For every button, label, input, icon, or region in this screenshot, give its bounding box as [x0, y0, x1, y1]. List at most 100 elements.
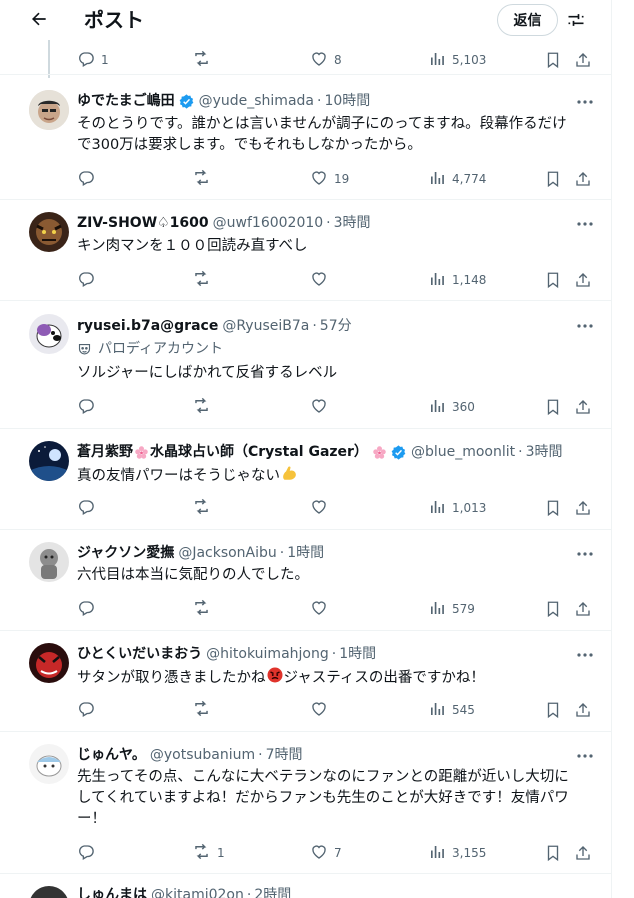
sliders-icon[interactable]	[564, 8, 588, 32]
like-action[interactable]	[310, 698, 328, 722]
like-action[interactable]	[310, 268, 328, 292]
bookmark-icon[interactable]	[544, 268, 562, 292]
share-icon[interactable]	[574, 395, 592, 419]
more-dots-icon[interactable]	[576, 747, 594, 765]
reply-action[interactable]	[77, 698, 95, 722]
retweet-action[interactable]	[192, 496, 211, 520]
retweet-action[interactable]	[192, 698, 211, 722]
display-name-tail[interactable]: 水晶球占い師（Crystal Gazer）	[150, 442, 368, 462]
like-action[interactable]: 19	[310, 167, 349, 191]
tweet[interactable]: ゆでたまご嶋田 @yude_shimada · 10時間 そのとうりです。誰かと…	[0, 75, 611, 200]
avatar[interactable]	[29, 542, 69, 582]
tweet[interactable]: じゅんヤ。 @yotsubanium · 7時間 先生ってその点、こんなに大ベテ…	[0, 732, 611, 874]
bookmark-icon[interactable]	[544, 597, 562, 621]
timestamp[interactable]: 57分	[320, 316, 352, 336]
more-dots-icon[interactable]	[576, 317, 594, 335]
bookmark-icon[interactable]	[544, 496, 562, 520]
handle[interactable]: @hitokuimahjong	[206, 644, 329, 664]
retweet-action[interactable]	[192, 597, 211, 621]
views-action[interactable]: 545	[428, 698, 475, 722]
bookmark-icon[interactable]	[544, 167, 562, 191]
views-action[interactable]: 3,155	[428, 841, 486, 865]
timestamp[interactable]: 7時間	[266, 745, 303, 765]
bookmark-icon[interactable]	[544, 698, 562, 722]
share-icon[interactable]	[574, 698, 592, 722]
avatar[interactable]	[29, 314, 69, 354]
avatar[interactable]	[29, 643, 69, 683]
timestamp[interactable]: 1時間	[287, 543, 324, 563]
display-name[interactable]: ZIV-SHOW♤1600	[77, 213, 209, 233]
tweet[interactable]: 蒼月紫野 水晶球占い師（Crystal Gazer） @blue_moonlit…	[0, 429, 611, 530]
handle[interactable]: @yotsubanium	[150, 745, 255, 765]
handle[interactable]: @RyuseiB7a	[222, 316, 309, 336]
timestamp[interactable]: 10時間	[324, 91, 370, 111]
retweet-action[interactable]	[192, 167, 211, 191]
display-name[interactable]: しゅんまは	[77, 885, 147, 898]
views-action[interactable]: 579	[428, 597, 475, 621]
retweet-action[interactable]	[192, 48, 211, 72]
share-icon[interactable]	[574, 597, 592, 621]
like-action[interactable]: 8	[310, 48, 342, 72]
retweet-action[interactable]: 1	[192, 841, 225, 865]
avatar[interactable]	[29, 744, 69, 784]
bar-chart-icon	[428, 700, 446, 721]
views-action[interactable]: 360	[428, 395, 475, 419]
reply-action[interactable]	[77, 841, 95, 865]
share-icon[interactable]	[574, 496, 592, 520]
more-dots-icon[interactable]	[576, 646, 594, 664]
heart-icon	[310, 599, 328, 620]
retweet-action[interactable]	[192, 268, 211, 292]
display-name[interactable]: 蒼月紫野	[77, 442, 133, 462]
more-dots-icon[interactable]	[576, 215, 594, 233]
bookmark-icon[interactable]	[544, 841, 562, 865]
tweet[interactable]: ZIV-SHOW♤1600 @uwf16002010 · 3時間 キン肉マンを１…	[0, 200, 611, 301]
avatar[interactable]	[29, 212, 69, 252]
tweet[interactable]: ジャクソン愛撫 @JacksonAibu · 1時間 六代目は本当に気配りの人で…	[0, 530, 611, 631]
tweet[interactable]: しゅんまは @kitami02on · 2時間	[0, 874, 611, 898]
reply-action[interactable]	[77, 268, 95, 292]
avatar[interactable]	[29, 441, 69, 481]
reply-action[interactable]	[77, 597, 95, 621]
like-action[interactable]	[310, 597, 328, 621]
share-icon[interactable]	[574, 268, 592, 292]
like-action[interactable]	[310, 395, 328, 419]
handle[interactable]: @uwf16002010	[213, 213, 324, 233]
reply-action[interactable]	[77, 496, 95, 520]
more-dots-icon[interactable]	[576, 93, 594, 111]
display-name[interactable]: ひとくいだいまおう	[77, 644, 202, 664]
reply-button[interactable]: 返信	[497, 4, 558, 36]
display-name[interactable]: ジャクソン愛撫	[77, 543, 174, 563]
like-action[interactable]: 7	[310, 841, 342, 865]
timestamp[interactable]: 3時間	[526, 442, 563, 462]
more-dots-icon[interactable]	[576, 545, 594, 563]
views-action[interactable]: 5,103	[428, 48, 486, 72]
share-icon[interactable]	[574, 48, 592, 72]
handle[interactable]: @kitami02on	[151, 885, 244, 898]
bookmark-icon[interactable]	[544, 395, 562, 419]
reply-action[interactable]	[77, 395, 95, 419]
display-name[interactable]: ryusei.b7a@grace	[77, 316, 218, 336]
timestamp[interactable]: 1時間	[339, 644, 376, 664]
reply-action[interactable]	[77, 167, 95, 191]
handle[interactable]: @yude_shimada	[199, 91, 314, 111]
avatar[interactable]	[29, 90, 69, 130]
tweet[interactable]: ryusei.b7a@grace @RyuseiB7a · 57分 パロディアカ…	[0, 301, 611, 429]
avatar[interactable]	[29, 886, 69, 898]
display-name[interactable]: じゅんヤ。	[77, 745, 146, 765]
reply-action[interactable]: 1	[77, 48, 109, 72]
tweet[interactable]: ひとくいだいまおう @hitokuimahjong · 1時間 サタンが取り憑き…	[0, 631, 611, 732]
timestamp[interactable]: 3時間	[334, 213, 371, 233]
handle[interactable]: @JacksonAibu	[178, 543, 276, 563]
timestamp[interactable]: 2時間	[254, 885, 291, 898]
views-action[interactable]: 4,774	[428, 167, 486, 191]
share-icon[interactable]	[574, 841, 592, 865]
display-name[interactable]: ゆでたまご嶋田	[77, 91, 175, 111]
retweet-action[interactable]	[192, 395, 211, 419]
like-action[interactable]	[310, 496, 328, 520]
bookmark-icon[interactable]	[544, 48, 562, 72]
views-action[interactable]: 1,148	[428, 268, 486, 292]
handle[interactable]: @blue_moonlit	[411, 442, 515, 462]
back-arrow-icon[interactable]	[26, 6, 52, 32]
share-icon[interactable]	[574, 167, 592, 191]
views-action[interactable]: 1,013	[428, 496, 486, 520]
